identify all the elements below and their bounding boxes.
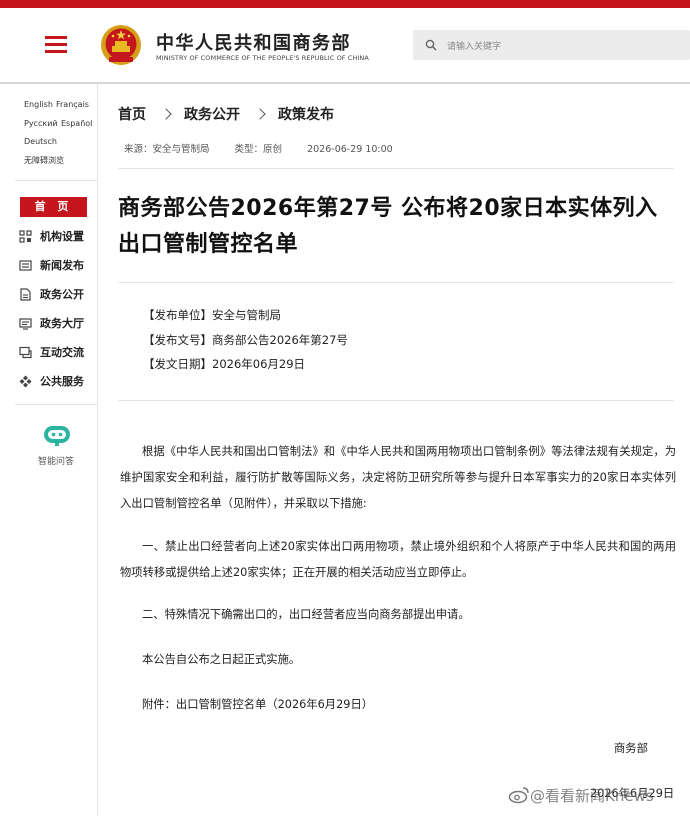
site-logo-title[interactable]: 中华人民共和国商务部 [156,29,351,55]
search-placeholder: 请输入关键字 [447,42,502,52]
lang-english-link[interactable]: English [24,100,53,109]
lang-french-link[interactable]: Français [56,100,89,109]
chat-icon [19,346,32,358]
document-icon [20,287,31,301]
meta-divider [118,168,674,169]
chevron-right-icon [160,108,172,120]
title-divider [118,282,674,283]
article-title: 商务部公告2026年第27号 公布将20家日本实体列入出口管制管控名单 [118,196,658,257]
lang-spanish-link[interactable]: Español [61,119,92,128]
sidebar-item-organization[interactable]: 机构设置 [19,228,84,244]
sidebar-item-public-affairs[interactable]: 政务公开 [19,286,84,302]
news-watermark: @看看新闻Knews [530,787,654,805]
article-source: 来源：安全与管制局 [124,144,210,155]
attachment-link[interactable]: 附件：出口管制管控名单（2026年6月29日） [142,696,373,712]
info-document-number: 【发布文号】商务部公告2026年第27号 [143,333,348,347]
sidebar-item-public-service[interactable]: 公共服务 [19,373,84,389]
sidebar-item-label: 政务公开 [40,288,84,301]
article-type: 类型：原创 [234,144,283,155]
sidebar-item-service-hall[interactable]: 政务大厅 [19,315,84,331]
lang-german-link[interactable]: Deutsch [24,137,57,146]
breadcrumb-home[interactable]: 首页 [118,104,146,124]
lang-russian-link[interactable]: Русский [24,119,58,128]
breadcrumb-public-affairs[interactable]: 政务公开 [184,104,240,124]
sidebar-home-button[interactable]: 首 页 [20,197,87,217]
breadcrumb: 首页 政务公开 政策发布 [118,104,334,124]
sidebar-item-news[interactable]: 新闻发布 [19,257,84,273]
article-paragraph: 二、特殊情况下确需出口的，出口经营者应当向商务部提出申请。 [142,608,470,621]
search-input[interactable]: 请输入关键字 [413,30,690,60]
info-issue-date: 【发文日期】2026年06月29日 [143,357,306,371]
accessibility-link[interactable]: 无障碍浏览 [24,155,64,166]
org-chart-icon [19,229,32,243]
robot-assistant-icon[interactable] [42,423,72,447]
sidebar-item-label: 互动交流 [40,346,84,359]
article-datetime: 2026-06-29 10:00 [307,144,393,155]
search-icon[interactable] [425,39,437,51]
article-meta: 来源：安全与管制局 类型：原创 2026-06-29 10:00 [124,141,415,155]
article-paragraph: 本公告自公布之日起正式实施。 [142,653,301,666]
sidebar-divider [15,180,97,181]
article-paragraph: 根据《中华人民共和国出口管制法》和《中华人民共和国两用物项出口管制条例》等法律法… [120,445,676,510]
article-paragraph: 一、禁止出口经营者向上述20家实体出口两用物项，禁止境外组织和个人将原产于中华人… [120,540,676,579]
hall-icon [19,317,32,330]
national-emblem-icon [101,25,141,65]
sidebar-divider [15,404,97,405]
service-icon [19,375,32,387]
info-issuer: 【发布单位】安全与管制局 [143,308,281,322]
top-red-bar [0,0,690,8]
chevron-right-icon [254,108,266,120]
site-logo-subtitle: MINISTRY OF COMMERCE OF THE PEOPLE'S REP… [156,54,369,62]
assistant-label[interactable]: 智能问答 [38,454,74,467]
header-divider [0,82,690,84]
left-sidebar: English Français Русский Español Deutsch… [0,84,98,816]
news-icon [19,259,32,271]
sidebar-item-interaction[interactable]: 互动交流 [19,344,84,360]
sidebar-item-label: 机构设置 [40,230,84,243]
info-divider [118,400,674,401]
hamburger-menu-icon[interactable] [45,36,67,54]
weibo-logo-icon [508,787,529,804]
sidebar-item-label: 政务大厅 [40,317,84,330]
sidebar-item-label: 新闻发布 [40,259,84,272]
article-signature: 商务部 [614,742,648,755]
breadcrumb-policy-release[interactable]: 政策发布 [278,104,334,124]
sidebar-item-label: 公共服务 [40,375,84,388]
